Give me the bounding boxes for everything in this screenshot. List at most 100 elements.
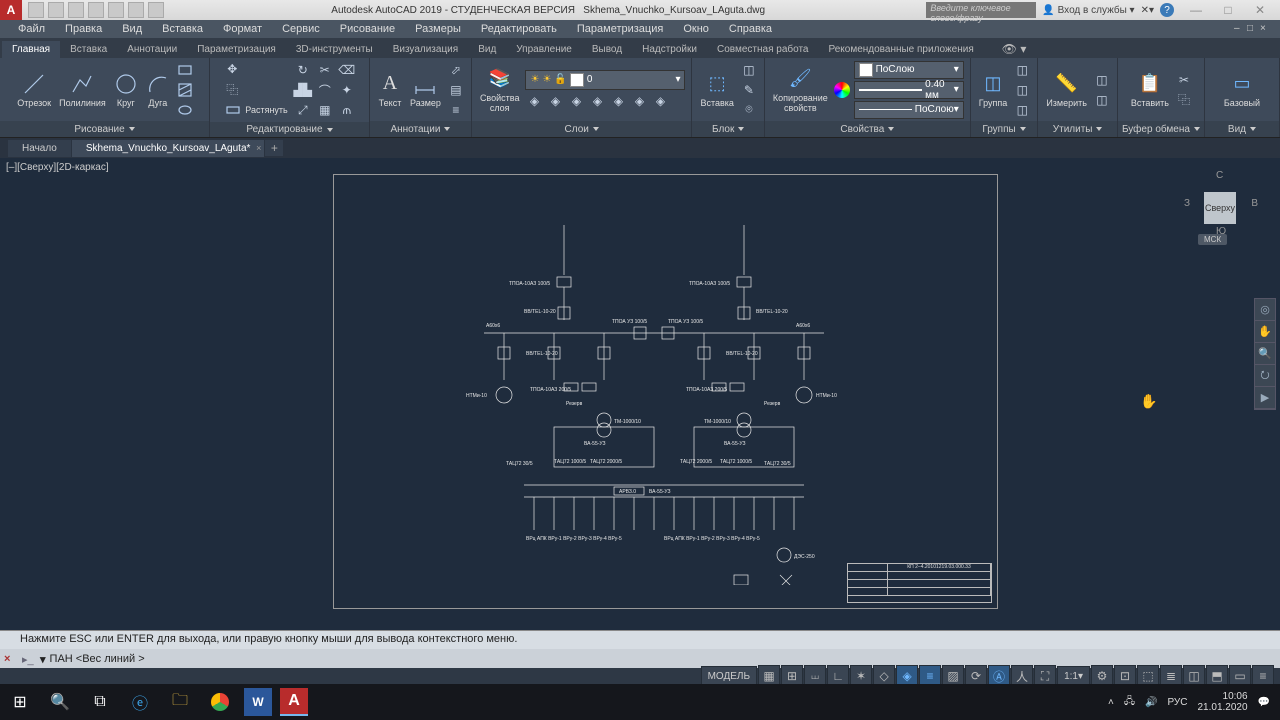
drawing-canvas[interactable]: [–][Сверху][2D-каркас] ТПОА-10АЗ 100/5ТП… — [0, 158, 1280, 630]
doctab-start[interactable]: Начало — [8, 140, 71, 157]
qat-saveas-icon[interactable] — [88, 2, 104, 18]
util-1-icon[interactable]: ◫ — [1093, 71, 1111, 89]
tool-rectangle-icon[interactable] — [176, 61, 194, 79]
nav-orbit-icon[interactable]: ⭮ — [1255, 365, 1275, 387]
tool-match-properties[interactable]: 🖌Копирование свойств — [771, 65, 830, 115]
doctab-current[interactable]: Skhema_Vnuchko_Kursoav_LAguta*× — [72, 140, 265, 157]
menu-help[interactable]: Справка — [719, 21, 782, 37]
tool-fillet-icon[interactable]: ⌒ — [316, 81, 334, 99]
taskview-button[interactable]: ⧉ — [80, 684, 120, 720]
tool-mtext-icon[interactable]: ≡ — [447, 101, 465, 119]
layer-tool-5-icon[interactable]: ◈ — [609, 92, 627, 110]
tool-circle[interactable]: Круг — [112, 70, 140, 110]
tool-arc[interactable]: Дуга — [144, 70, 172, 110]
system-clock[interactable]: 10:0621.01.2020 — [1197, 691, 1247, 713]
nav-pan-icon[interactable]: ✋ — [1255, 321, 1275, 343]
mdi-minimize-icon[interactable]: – — [1234, 23, 1246, 35]
search-button[interactable]: 🔍 — [40, 684, 80, 720]
help-icon[interactable]: ? — [1160, 3, 1174, 17]
menu-file[interactable]: Файл — [8, 21, 55, 37]
panel-view-title[interactable]: Вид — [1205, 121, 1279, 137]
tb-autocad-icon[interactable]: A — [280, 688, 308, 716]
ribtab-output[interactable]: Вывод — [582, 41, 632, 58]
group-ungroup-icon[interactable]: ◫ — [1013, 61, 1031, 79]
maximize-button[interactable]: □ — [1212, 0, 1244, 20]
tool-trim-icon[interactable]: ✂ — [316, 61, 334, 79]
panel-props-title[interactable]: Свойства — [765, 121, 970, 137]
panel-utils-title[interactable]: Утилиты — [1038, 121, 1117, 137]
doctab-close-icon[interactable]: × — [256, 143, 261, 153]
menu-parametric[interactable]: Параметризация — [567, 21, 673, 37]
tool-copy-icon[interactable]: ⿻ — [223, 80, 241, 98]
block-create-icon[interactable]: ◫ — [740, 61, 758, 79]
menu-dimension[interactable]: Размеры — [405, 21, 471, 37]
nav-zoom-icon[interactable]: 🔍 — [1255, 343, 1275, 365]
ribtab-visualize[interactable]: Визуализация — [383, 41, 468, 58]
group-select-icon[interactable]: ◫ — [1013, 101, 1031, 119]
minimize-button[interactable]: — — [1180, 0, 1212, 20]
panel-modify-title[interactable]: Редактирование — [210, 122, 369, 137]
linetype-dropdown[interactable]: ПоСлою▾ — [854, 101, 964, 119]
menu-edit[interactable]: Правка — [55, 21, 112, 37]
qat-redo-icon[interactable] — [148, 2, 164, 18]
doctab-add[interactable]: + — [265, 140, 283, 156]
qat-open-icon[interactable] — [48, 2, 64, 18]
panel-annot-title[interactable]: Аннотации — [370, 121, 471, 137]
ribtab-view[interactable]: Вид — [468, 41, 506, 58]
tool-table-icon[interactable]: ▤ — [447, 81, 465, 99]
status-model[interactable]: МОДЕЛЬ — [701, 666, 757, 686]
tool-scale-icon[interactable]: ⤢ — [294, 101, 312, 119]
layer-dropdown[interactable]: ☀☀🔓 0 ▾ — [525, 70, 685, 90]
panel-draw-title[interactable]: Рисование — [0, 121, 209, 137]
viewport-label[interactable]: [–][Сверху][2D-каркас] — [6, 162, 109, 173]
viewcube[interactable]: С З В Ю Сверху МСК — [1180, 168, 1260, 248]
qat-undo-icon[interactable] — [128, 2, 144, 18]
menu-insert[interactable]: Вставка — [152, 21, 213, 37]
wcs-label[interactable]: МСК — [1198, 234, 1227, 245]
layer-tool-1-icon[interactable]: ◈ — [525, 92, 543, 110]
util-2-icon[interactable]: ◫ — [1093, 91, 1111, 109]
menu-view[interactable]: Вид — [112, 21, 152, 37]
qat-plot-icon[interactable] — [108, 2, 124, 18]
ribtab-insert[interactable]: Вставка — [60, 41, 117, 58]
tb-word-icon[interactable]: W — [244, 688, 272, 716]
ribtab-addins[interactable]: Надстройки — [632, 41, 707, 58]
panel-block-title[interactable]: Блок — [692, 121, 763, 137]
tool-line[interactable]: Отрезок — [15, 70, 53, 110]
panel-layers-title[interactable]: Слои — [472, 121, 692, 137]
ribtab-featured[interactable]: Рекомендованные приложения — [818, 41, 983, 58]
command-close-icon[interactable]: × — [4, 653, 18, 665]
panel-clip-title[interactable]: Буфер обмена — [1118, 121, 1204, 137]
tool-offset-icon[interactable]: ⫙ — [338, 101, 356, 119]
tool-text[interactable]: AТекст — [376, 70, 404, 110]
nav-showmotion-icon[interactable]: ▶ — [1255, 387, 1275, 409]
tool-dimension[interactable]: Размер — [408, 70, 443, 110]
menu-draw[interactable]: Рисование — [330, 21, 405, 37]
tool-erase-icon[interactable]: ⌫ — [338, 61, 356, 79]
viewcube-face[interactable]: Сверху — [1204, 192, 1236, 224]
tray-notifications-icon[interactable]: 💬 — [1258, 697, 1270, 708]
tool-measure[interactable]: 📏Измерить — [1044, 70, 1089, 110]
tool-leader-icon[interactable]: ⬀ — [447, 61, 465, 79]
close-button[interactable]: ✕ — [1244, 0, 1276, 20]
sb-scale[interactable]: 1:1 ▾ — [1057, 666, 1090, 686]
ribbon-visibility-icon[interactable]: 👁 ▾ — [994, 40, 1035, 58]
lineweight-dropdown[interactable]: 0.40 мм▾ — [854, 81, 964, 99]
tb-chrome-icon[interactable] — [200, 684, 240, 720]
group-edit-icon[interactable]: ◫ — [1013, 81, 1031, 99]
ribtab-annotate[interactable]: Аннотации — [117, 41, 187, 58]
tray-volume-icon[interactable]: 🔊 — [1145, 697, 1157, 708]
ribtab-parametric[interactable]: Параметризация — [187, 41, 286, 58]
tb-explorer-icon[interactable]: 🗀 — [160, 684, 200, 720]
tool-rotate-icon[interactable]: ↻ — [294, 61, 312, 79]
tool-explode-icon[interactable]: ✦ — [338, 81, 356, 99]
tray-chevron-icon[interactable]: ˄ — [1108, 697, 1114, 708]
tool-baseview[interactable]: ▭Базовый — [1222, 70, 1262, 110]
layer-tool-4-icon[interactable]: ◈ — [588, 92, 606, 110]
clip-cut-icon[interactable]: ✂ — [1175, 71, 1193, 89]
tool-array-icon[interactable]: ▦ — [316, 101, 334, 119]
app-logo[interactable]: A — [0, 0, 22, 20]
tool-stretch[interactable]: Растянуть — [223, 100, 290, 120]
layer-tool-3-icon[interactable]: ◈ — [567, 92, 585, 110]
color-wheel-icon[interactable] — [834, 82, 850, 98]
